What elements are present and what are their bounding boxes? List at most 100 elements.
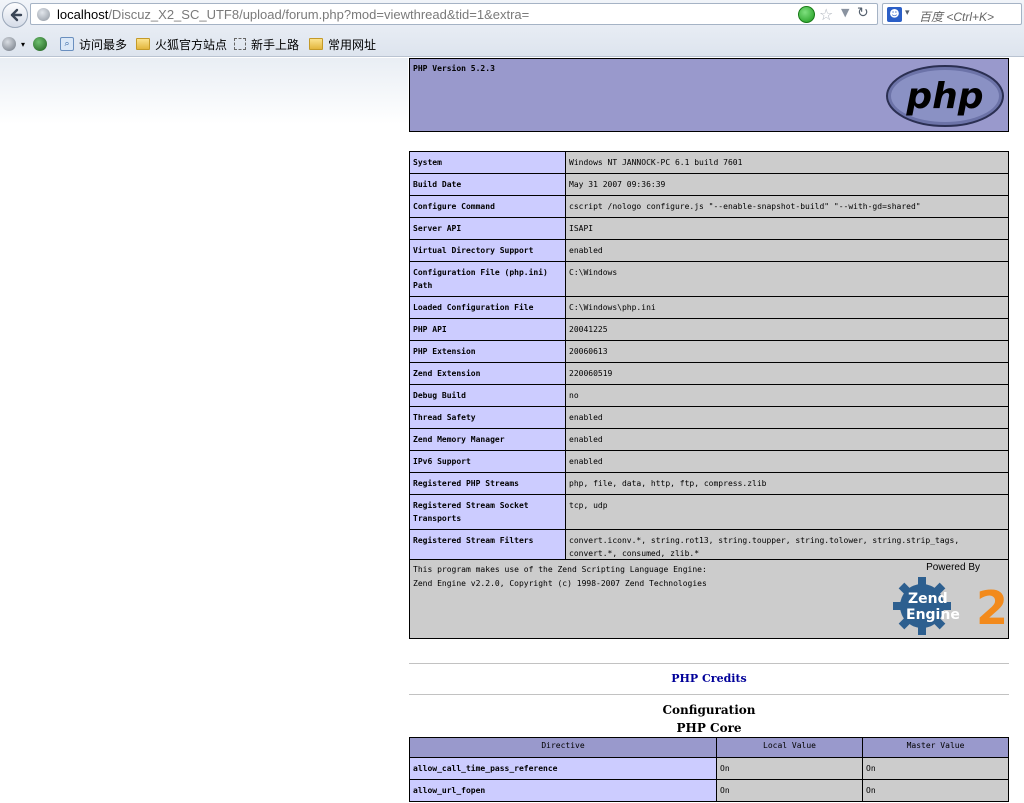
table-row: Loaded Configuration File C:\Windows\php.… — [409, 296, 1009, 319]
row-label: Registered PHP Streams — [409, 472, 566, 495]
row-value: 20060613 — [565, 340, 1009, 363]
column-header-local-value: Local Value — [716, 737, 863, 758]
site-identity-icon[interactable] — [37, 8, 50, 21]
directive-name: allow_call_time_pass_reference — [409, 757, 717, 780]
row-label: Configure Command — [409, 195, 566, 218]
zend-engine-logo-icon[interactable]: 2 Zend Engine — [892, 574, 1007, 636]
row-value: enabled — [565, 450, 1009, 473]
system-info-table: System Windows NT JANNOCK-PC 6.1 build 76… — [409, 151, 1009, 565]
back-button[interactable] — [2, 2, 28, 28]
row-value: enabled — [565, 406, 1009, 429]
local-value: On — [716, 757, 863, 780]
bookmark-firefox-site[interactable]: 火狐官方站点 — [136, 35, 227, 53]
row-label: Virtual Directory Support — [409, 239, 566, 262]
table-row: System Windows NT JANNOCK-PC 6.1 build 76… — [409, 151, 1009, 174]
history-dropdown-icon[interactable]: ▼ — [841, 6, 849, 19]
bookmarks-toolbar: ▾ ⌕ 访问最多 火狐官方站点 新手上路 常用网址 — [0, 32, 1024, 56]
go-icon[interactable] — [798, 6, 815, 23]
zend-logo-number: 2 — [976, 581, 1007, 635]
table-row: Configuration File (php.ini) Path C:\Wind… — [409, 261, 1009, 297]
table-row: Configure Command cscript /nologo configu… — [409, 195, 1009, 218]
bookmark-common-urls[interactable]: 常用网址 — [309, 35, 376, 53]
left-pane-background — [0, 58, 408, 124]
search-engine-icon[interactable]: ☻ — [887, 7, 902, 22]
chevron-down-icon[interactable]: ▾ — [905, 8, 910, 18]
php-logo-icon[interactable]: php — [885, 64, 1005, 128]
table-row: Debug Build no — [409, 384, 1009, 407]
row-value: Windows NT JANNOCK-PC 6.1 build 7601 — [565, 151, 1009, 174]
table-row: Registered PHP Streams php, file, data, h… — [409, 472, 1009, 495]
row-label: Debug Build — [409, 384, 566, 407]
search-box[interactable]: ☻ ▾ 百度 <Ctrl+K> — [882, 3, 1022, 25]
row-value: 20041225 — [565, 318, 1009, 341]
row-value: 220060519 — [565, 362, 1009, 385]
bookmark-star-icon[interactable]: ☆ — [819, 5, 833, 24]
table-row: allow_call_time_pass_reference On On — [409, 757, 1009, 780]
reload-icon[interactable]: ↻ — [857, 5, 869, 21]
browser-menu-button[interactable]: ▾ — [2, 35, 25, 53]
addon-button[interactable] — [33, 35, 47, 53]
row-value: C:\Windows\php.ini — [565, 296, 1009, 319]
back-arrow-icon — [10, 8, 23, 22]
configuration-heading: Configuration — [662, 703, 756, 717]
folder-icon — [309, 38, 323, 50]
row-value: enabled — [565, 428, 1009, 451]
zend-logo-word2: Engine — [906, 607, 960, 623]
php-core-heading: PHP Core — [676, 721, 742, 735]
php-core-table: Directive Local Value Master Value allow… — [409, 737, 1009, 802]
row-value: no — [565, 384, 1009, 407]
directive-name: allow_url_fopen — [409, 779, 717, 802]
bookmark-most-visited[interactable]: ⌕ 访问最多 — [60, 35, 127, 53]
row-value: May 31 2007 09:36:39 — [565, 173, 1009, 196]
php-credits-link[interactable]: PHP Credits — [409, 672, 1009, 685]
row-value: cscript /nologo configure.js "--enable-s… — [565, 195, 1009, 218]
row-value: tcp, udp — [565, 494, 1009, 530]
bookmark-label: 新手上路 — [251, 37, 300, 52]
column-header-directive: Directive — [409, 737, 717, 758]
divider — [409, 694, 1009, 695]
browser-chrome: localhost/Discuz_X2_SC_UTF8/upload/forum… — [0, 0, 1024, 57]
row-label: Zend Memory Manager — [409, 428, 566, 451]
php-logo-text: php — [905, 76, 983, 117]
php-version-header: PHP Version 5.2.3 php — [409, 58, 1009, 132]
table-header-row: Directive Local Value Master Value — [409, 737, 1009, 758]
table-row: Thread Safety enabled — [409, 406, 1009, 429]
magnifier-icon: ⌕ — [60, 37, 74, 51]
row-value: C:\Windows — [565, 261, 1009, 297]
table-row: Registered Stream Socket Transports tcp, … — [409, 494, 1009, 530]
url-host: localhost — [57, 7, 109, 22]
divider — [409, 663, 1009, 664]
table-row: PHP Extension 20060613 — [409, 340, 1009, 363]
address-bar-url[interactable]: localhost/Discuz_X2_SC_UTF8/upload/forum… — [57, 7, 529, 22]
row-value: ISAPI — [565, 217, 1009, 240]
address-bar[interactable]: localhost/Discuz_X2_SC_UTF8/upload/forum… — [30, 3, 878, 25]
master-value: On — [862, 779, 1009, 802]
row-label: PHP API — [409, 318, 566, 341]
row-label: Zend Extension — [409, 362, 566, 385]
row-label: Build Date — [409, 173, 566, 196]
table-row: IPv6 Support enabled — [409, 450, 1009, 473]
powered-by-label: Powered By — [926, 562, 980, 573]
shield-icon — [33, 37, 47, 51]
folder-icon — [136, 38, 150, 50]
row-label: Server API — [409, 217, 566, 240]
row-label: Configuration File (php.ini) Path — [409, 261, 566, 297]
firefox-icon — [2, 37, 16, 51]
row-label: System — [409, 151, 566, 174]
row-label: Registered Stream Socket Transports — [409, 494, 566, 530]
row-label: IPv6 Support — [409, 450, 566, 473]
table-row: Build Date May 31 2007 09:36:39 — [409, 173, 1009, 196]
table-row: Server API ISAPI — [409, 217, 1009, 240]
row-label: PHP Extension — [409, 340, 566, 363]
row-label: Thread Safety — [409, 406, 566, 429]
bookmark-getting-started[interactable]: 新手上路 — [234, 35, 299, 53]
row-label: Loaded Configuration File — [409, 296, 566, 319]
search-input[interactable]: 百度 <Ctrl+K> — [919, 8, 994, 25]
bookmark-label: 访问最多 — [79, 37, 128, 52]
row-value: php, file, data, http, ftp, compress.zli… — [565, 472, 1009, 495]
system-info-body: System Windows NT JANNOCK-PC 6.1 build 76… — [409, 151, 1009, 565]
table-row: PHP API 20041225 — [409, 318, 1009, 341]
column-header-master-value: Master Value — [862, 737, 1009, 758]
row-value: enabled — [565, 239, 1009, 262]
url-path: /Discuz_X2_SC_UTF8/upload/forum.php?mod=… — [108, 7, 530, 22]
